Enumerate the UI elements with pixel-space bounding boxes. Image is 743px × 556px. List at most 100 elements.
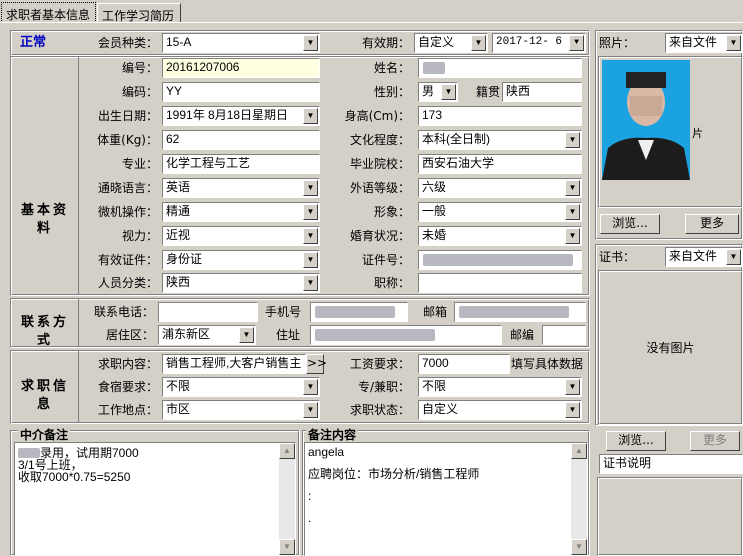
status-label: 正常 (20, 35, 47, 50)
id-no-field[interactable]: 20161207006 (162, 58, 320, 78)
salary-field[interactable]: 7000 (418, 354, 510, 374)
photo-browse-button[interactable]: 浏览... (600, 214, 660, 234)
chevron-down-icon: ▼ (239, 327, 254, 343)
scroll-up-icon[interactable]: ▲ (279, 443, 295, 459)
mobile-field[interactable] (310, 302, 408, 322)
remark-line: 应聘岗位：市场分析/销售工程师 (308, 467, 480, 481)
chevron-down-icon: ▼ (726, 249, 741, 265)
lodging-select[interactable]: 不限 ▼ (162, 377, 320, 397)
tab-divider (0, 22, 743, 23)
chevron-down-icon: ▼ (726, 35, 741, 51)
category-label: 人员分类： (97, 276, 158, 290)
language-select[interactable]: 英语 ▼ (162, 178, 320, 198)
chevron-down-icon: ▼ (303, 180, 318, 196)
validity-date-picker[interactable]: 2017-12- 6 ▼ (492, 33, 586, 53)
person-portrait-icon (602, 60, 690, 180)
validity-mode-select[interactable]: 自定义 ▼ (414, 33, 488, 53)
scroll-down-icon[interactable]: ▼ (571, 539, 587, 555)
job-content-field[interactable]: 销售工程师,大客户销售主 (162, 354, 306, 374)
chevron-down-icon: ▼ (303, 35, 318, 51)
agency-note-textarea[interactable]: 录用，试用期7000 3/1号上班， 收取7000*0.75=5250 ▲ ▼ (14, 442, 296, 556)
job-content-more-button[interactable]: >> (306, 354, 327, 374)
district-label: 居住区： (105, 328, 154, 342)
photo-caption-fragment: 片 (692, 127, 703, 140)
id-doc-label: 有效证件： (97, 253, 158, 267)
computer-select[interactable]: 精通 ▼ (162, 202, 320, 222)
name-field[interactable] (418, 58, 582, 78)
chevron-down-icon: ▼ (303, 275, 318, 291)
certificate-browse-button[interactable]: 浏览... (606, 431, 666, 451)
vision-label: 视力： (121, 229, 158, 243)
title-field[interactable] (418, 273, 582, 293)
location-select[interactable]: 市区 ▼ (162, 400, 320, 420)
email-field[interactable] (454, 302, 586, 322)
certificate-description-field[interactable]: 证书说明 (599, 454, 743, 474)
cert-no-field[interactable] (418, 250, 582, 270)
chevron-down-icon: ▼ (303, 108, 318, 124)
marital-select[interactable]: 未婚 ▼ (418, 226, 582, 246)
hometown-field[interactable]: 陕西 (502, 82, 582, 102)
school-field[interactable]: 西安石油大学 (418, 154, 582, 174)
scrollbar[interactable]: ▲ ▼ (279, 443, 295, 555)
chevron-down-icon: ▼ (565, 180, 580, 196)
scrollbar[interactable]: ▲ ▼ (571, 443, 587, 555)
category-select[interactable]: 陕西 ▼ (162, 273, 320, 293)
member-type-label: 会员种类： (97, 36, 158, 50)
hometown-label: 籍贯 (476, 85, 501, 99)
photo-source-select[interactable]: 来自文件 ▼ (665, 33, 743, 53)
job-status-select[interactable]: 自定义 ▼ (418, 400, 582, 420)
vision-select[interactable]: 近视 ▼ (162, 226, 320, 246)
member-type-select[interactable]: 15-A ▼ (162, 33, 320, 53)
chevron-down-icon: ▼ (303, 379, 318, 395)
birth-date-picker[interactable]: 1991年 8月18日星期日 ▼ (162, 106, 320, 126)
certificate-label: 证书： (599, 250, 636, 264)
zip-field[interactable] (542, 325, 586, 345)
redacted-text (423, 62, 445, 74)
height-field[interactable]: 173 (418, 106, 582, 126)
language-label: 通晓语言： (97, 181, 158, 195)
education-label: 文化程度： (349, 133, 410, 147)
chevron-down-icon: ▼ (471, 35, 486, 51)
major-field[interactable]: 化学工程与工艺 (162, 154, 320, 174)
chevron-down-icon: ▼ (565, 379, 580, 395)
code-label: 编码： (121, 85, 158, 99)
chevron-down-icon: ▼ (303, 228, 318, 244)
height-label: 身高(Cm)： (344, 109, 410, 123)
remark-line: angela (308, 445, 345, 459)
scroll-down-icon[interactable]: ▼ (279, 539, 295, 555)
code-field[interactable]: YY (162, 82, 320, 102)
mobile-label: 手机号 (265, 305, 302, 319)
redacted-text (459, 306, 569, 318)
id-doc-select[interactable]: 身份证 ▼ (162, 250, 320, 270)
major-label: 专业： (121, 157, 158, 171)
remark-textarea[interactable]: angela 应聘岗位：市场分析/销售工程师 : . ▲ ▼ (304, 442, 588, 556)
phone-field[interactable] (158, 302, 258, 322)
note-line: 录用，试用期7000 (18, 447, 292, 459)
zip-label: 邮编 (510, 328, 535, 342)
parttime-select[interactable]: 不限 ▼ (418, 377, 582, 397)
chevron-down-icon: ▼ (565, 204, 580, 220)
tab-basic-info[interactable]: 求职者基本信息 (1, 2, 96, 23)
certificate-more-button[interactable]: 更多 (690, 431, 740, 451)
language-level-select[interactable]: 六级 ▼ (418, 178, 582, 198)
certificate-source-select[interactable]: 来自文件 ▼ (665, 247, 743, 267)
basic-section-title: 基本资料 (20, 203, 69, 236)
photo-more-button[interactable]: 更多 (685, 214, 739, 234)
chevron-down-icon: ▼ (569, 35, 584, 51)
redacted-text (315, 329, 435, 341)
location-label: 工作地点： (97, 403, 158, 417)
education-select[interactable]: 本科(全日制) ▼ (418, 130, 582, 150)
chevron-down-icon: ▼ (565, 402, 580, 418)
photo-label: 照片： (599, 36, 636, 50)
job-content-label: 求职内容： (97, 357, 158, 371)
gender-select[interactable]: 男 ▼ (418, 82, 458, 102)
scroll-up-icon[interactable]: ▲ (571, 443, 587, 459)
address-label: 住址 (276, 328, 301, 342)
phone-label: 联系电话： (93, 305, 154, 319)
address-field[interactable] (310, 325, 502, 345)
appearance-select[interactable]: 一般 ▼ (418, 202, 582, 222)
tab-work-history[interactable]: 工作学习简历 (97, 3, 181, 23)
district-select[interactable]: 浦东新区 ▼ (158, 325, 256, 345)
weight-field[interactable]: 62 (162, 130, 320, 150)
job-status-label: 求职状态： (349, 403, 410, 417)
